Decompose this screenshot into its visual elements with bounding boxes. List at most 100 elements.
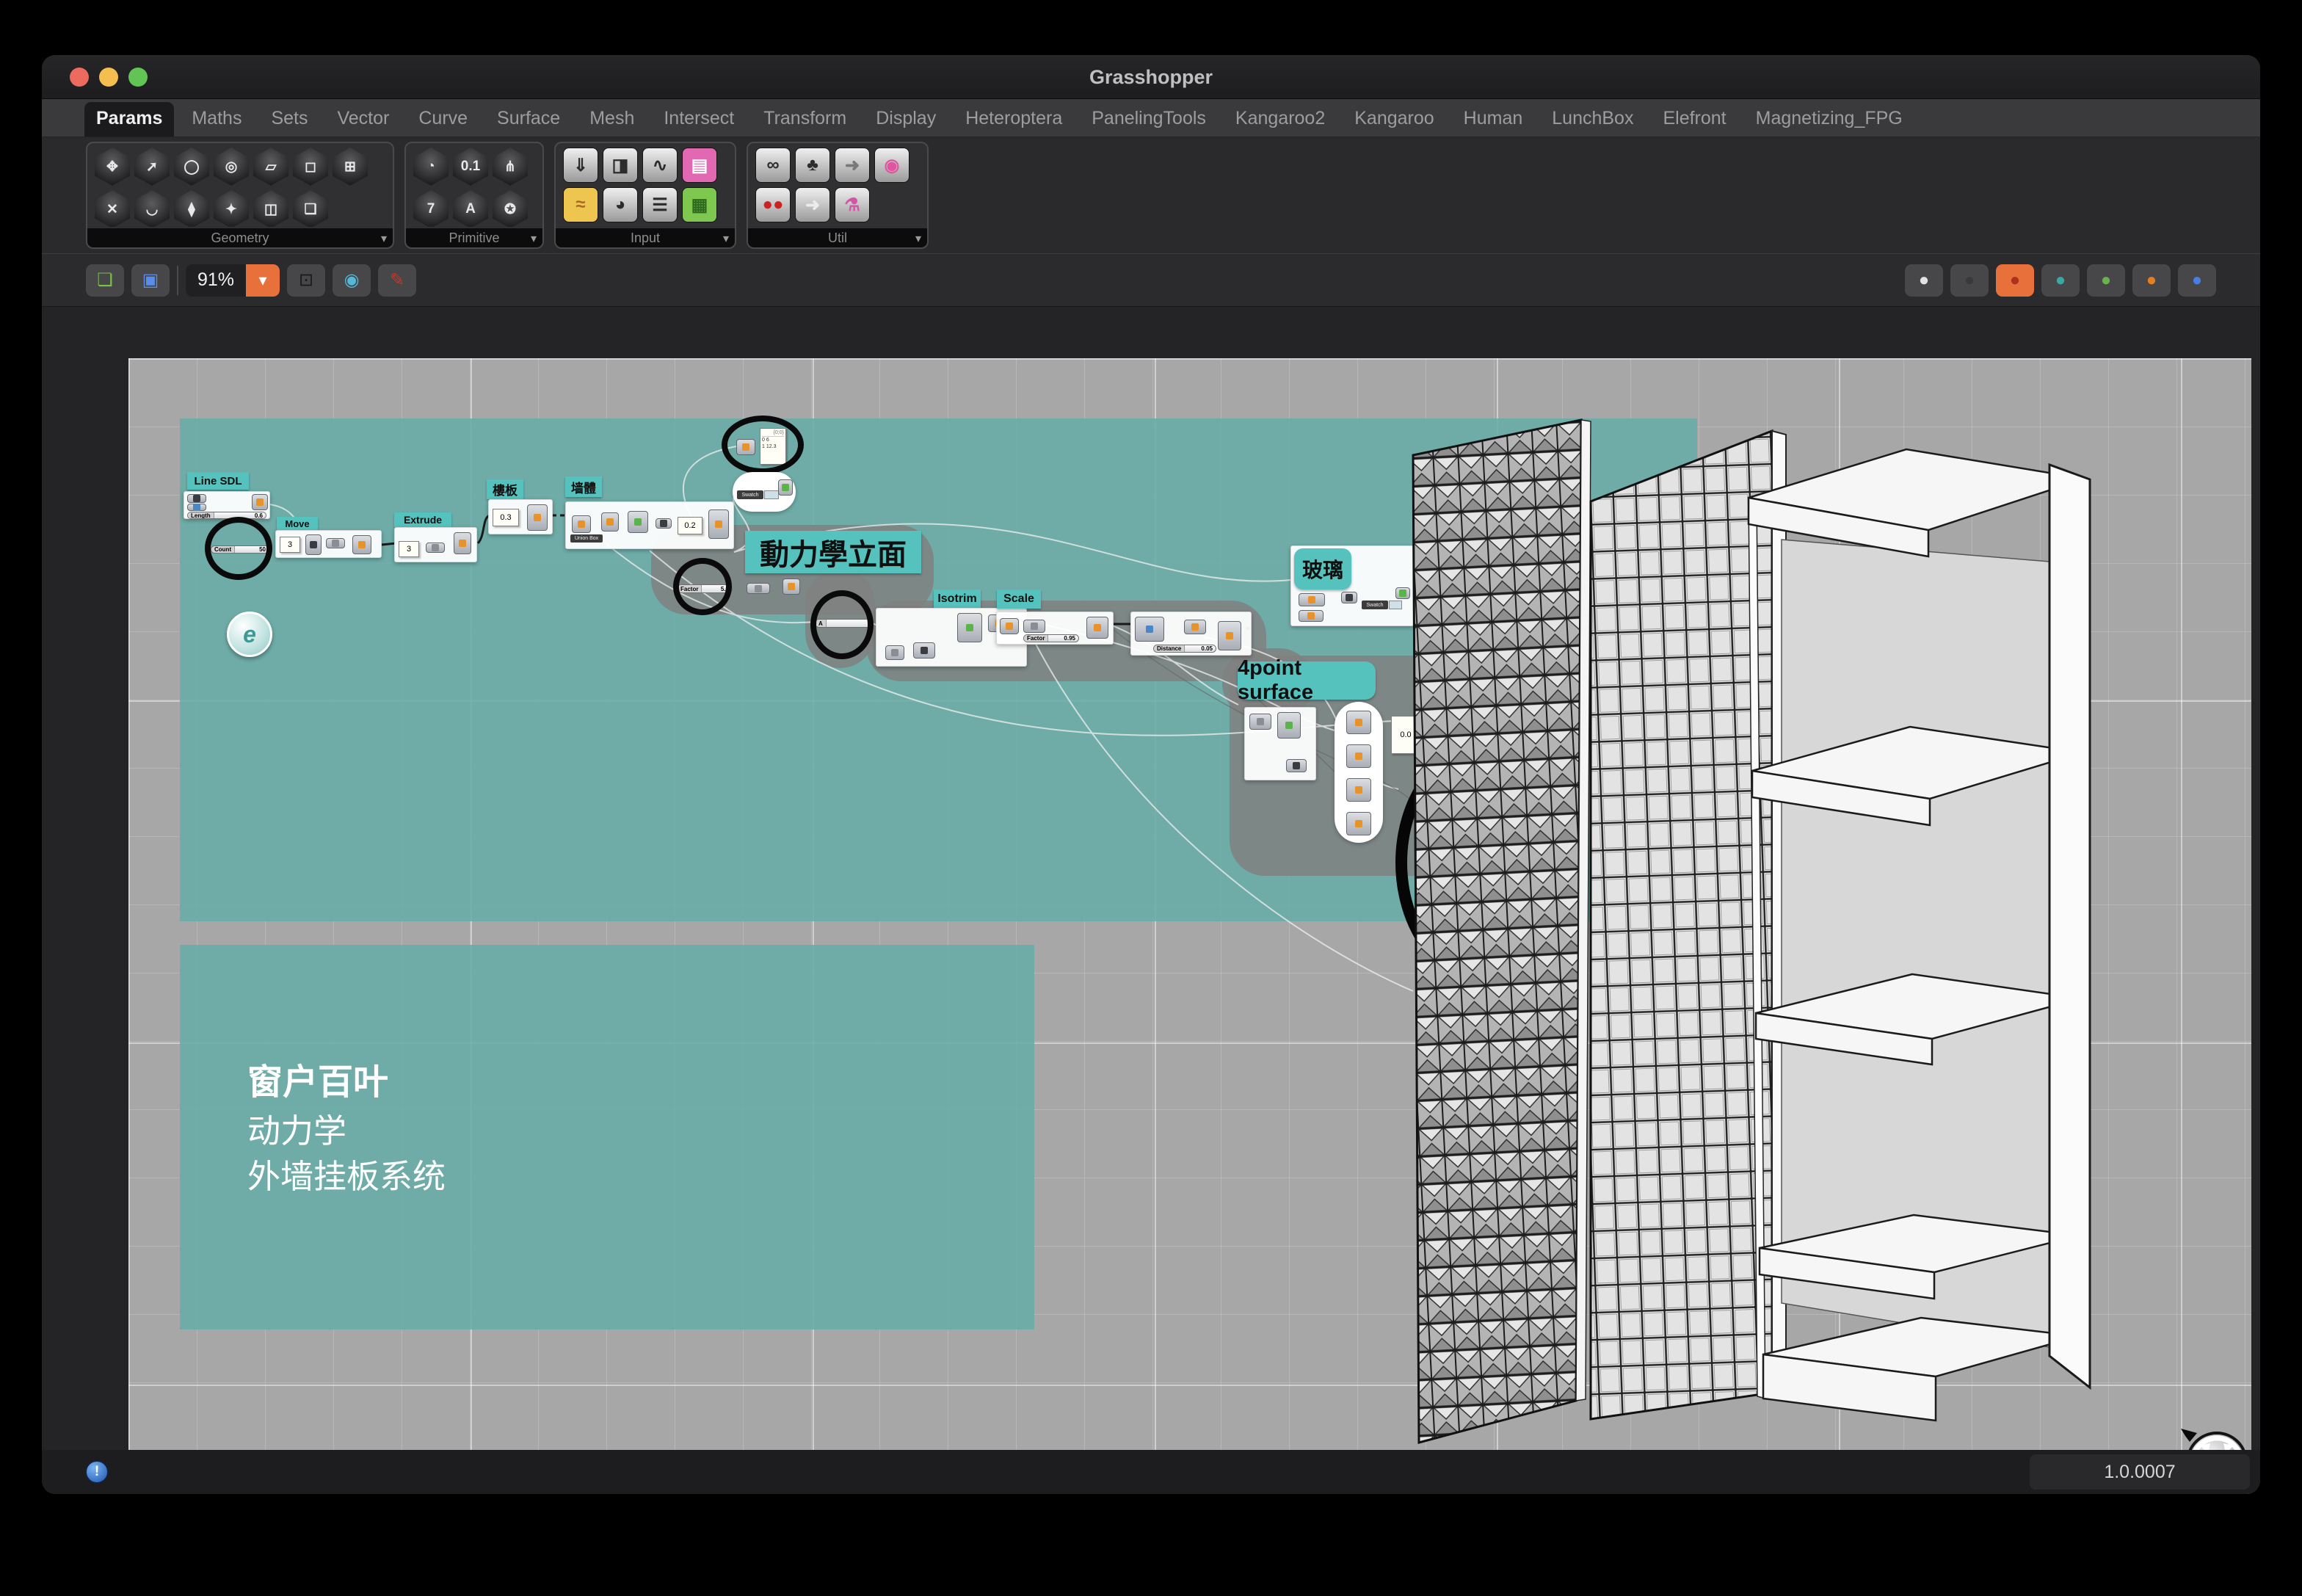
group-label-line-sdl[interactable]: Line SDL: [187, 472, 249, 490]
flask-icon[interactable]: ⚗: [835, 187, 870, 222]
text-icon[interactable]: A: [453, 190, 488, 227]
group-label-move[interactable]: Move: [277, 517, 318, 530]
number-panel[interactable]: 3: [280, 537, 300, 553]
tab-display[interactable]: Display: [864, 102, 948, 137]
color-picker-icon[interactable]: ▦: [682, 187, 717, 222]
group-four-point[interactable]: [1244, 707, 1316, 780]
number-icon[interactable]: 0.1: [453, 148, 488, 186]
cylinder-icon[interactable]: ◫: [253, 190, 288, 227]
distance-slider[interactable]: Distance 0.05: [1153, 645, 1216, 653]
view-teal-button[interactable]: ●: [2041, 264, 2080, 297]
tab-heteroptera[interactable]: Heteroptera: [954, 102, 1074, 137]
surface-patch-icon[interactable]: ❏: [293, 190, 328, 227]
arc-icon[interactable]: ◡: [134, 190, 170, 227]
scale-factor-slider[interactable]: Factor 0.95: [1023, 634, 1079, 642]
group-label-wall[interactable]: 墙體: [565, 476, 602, 497]
data-graph-icon[interactable]: ✪: [493, 190, 528, 227]
e-ball-widget[interactable]: e: [227, 612, 272, 657]
group-extrude[interactable]: 3: [394, 527, 477, 562]
tab-lunchbox[interactable]: LunchBox: [1540, 102, 1645, 137]
jagged-graph-icon[interactable]: ∿: [642, 148, 678, 183]
group-label[interactable]: Input: [556, 228, 735, 247]
number-panel[interactable]: 0.0: [1391, 716, 1420, 754]
tree-icon[interactable]: ♣: [795, 148, 830, 183]
tab-panelingtools[interactable]: PanelingTools: [1080, 102, 1218, 137]
preview-component[interactable]: [778, 479, 793, 496]
integer-icon[interactable]: 7: [413, 190, 449, 227]
group-label-four-point[interactable]: 4point surface: [1238, 656, 1376, 704]
tab-elefront[interactable]: Elefront: [1651, 102, 1738, 137]
jar-disc-icon[interactable]: ◉: [874, 148, 909, 183]
tab-kangaroo[interactable]: Kangaroo: [1343, 102, 1445, 137]
view-orange-button[interactable]: ●: [2132, 264, 2171, 297]
group-label[interactable]: Geometry: [87, 228, 393, 247]
group-label[interactable]: Util: [748, 228, 927, 247]
point-delete-icon[interactable]: ✕: [95, 190, 130, 227]
group-scale[interactable]: Factor 0.95: [996, 612, 1114, 645]
group-offset[interactable]: Distance 0.05: [1130, 612, 1252, 656]
group-label-isotrim[interactable]: Isotrim: [934, 590, 981, 608]
swatch-group[interactable]: Swatch: [733, 472, 796, 512]
group-line-sdl[interactable]: Length 0.6: [184, 491, 270, 519]
boolean-toggle-icon[interactable]: ◨: [603, 148, 638, 183]
plane-icon[interactable]: ▱: [253, 148, 288, 186]
info-badge-icon[interactable]: !: [86, 1461, 108, 1483]
vector-2pt-icon[interactable]: ➚: [134, 148, 170, 186]
expand-arrow-icon[interactable]: ▾: [915, 231, 921, 246]
tab-surface[interactable]: Surface: [485, 102, 572, 137]
group-label-floor-slab[interactable]: 樓板: [487, 479, 523, 499]
tab-sets[interactable]: Sets: [259, 102, 319, 137]
number-panel[interactable]: 0.2: [678, 517, 702, 534]
tab-intersect[interactable]: Intersect: [652, 102, 746, 137]
grasshopper-canvas[interactable]: Line SDL Length 0.6 Count 50 Move 3 Extr…: [128, 358, 2251, 1494]
knob-icon[interactable]: ◕: [603, 187, 638, 222]
move-component[interactable]: [783, 578, 800, 595]
zoom-dropdown-button[interactable]: ▾: [246, 264, 280, 297]
box-icon[interactable]: ◻: [293, 148, 328, 186]
view-green-button[interactable]: ●: [2087, 264, 2125, 297]
unit-vector-component[interactable]: [747, 583, 770, 594]
gradient-icon[interactable]: ▤: [682, 148, 717, 183]
expand-arrow-icon[interactable]: ▾: [531, 231, 537, 246]
relay-arrow-icon[interactable]: ➜: [835, 148, 870, 183]
circle-icon[interactable]: ◯: [174, 148, 209, 186]
preview-wire-button[interactable]: ●: [1950, 264, 1989, 297]
redraw-brush-button[interactable]: ✎: [378, 264, 417, 297]
view-blue-button[interactable]: ●: [2178, 264, 2216, 297]
group-floor-slab[interactable]: 0.3: [488, 499, 553, 534]
surface-4pt-stack[interactable]: [1335, 702, 1383, 843]
zoom-widget[interactable]: 91% ▾: [186, 264, 280, 297]
group-wall[interactable]: Union Box 0.2: [565, 501, 734, 549]
tab-mesh[interactable]: Mesh: [578, 102, 646, 137]
number-panel[interactable]: 3: [399, 541, 419, 557]
save-file-button[interactable]: ▣: [131, 264, 170, 297]
vector-display-icon[interactable]: ✥: [95, 148, 130, 186]
line-segment-icon[interactable]: ⧫: [174, 190, 209, 227]
import-icon[interactable]: ⇓: [563, 148, 598, 183]
mesh-box-icon[interactable]: ⊞: [333, 148, 368, 186]
group-glass[interactable]: 玻璃 Swatch: [1290, 545, 1414, 626]
preview-eye-button[interactable]: ◉: [333, 264, 371, 297]
tab-human[interactable]: Human: [1452, 102, 1535, 137]
data-path-icon[interactable]: ⋔: [493, 148, 528, 186]
zoom-extents-button[interactable]: ⊡: [287, 264, 326, 297]
value-list-icon[interactable]: ☰: [642, 187, 678, 222]
expand-arrow-icon[interactable]: ▾: [723, 231, 729, 246]
sketch-icon[interactable]: ≈: [563, 187, 598, 222]
preview-off-button[interactable]: ●: [1905, 264, 1943, 297]
color-swatch[interactable]: [1389, 601, 1402, 609]
number-panel[interactable]: 0.3: [493, 509, 519, 526]
expand-arrow-icon[interactable]: ▾: [381, 231, 387, 246]
group-move[interactable]: 3: [275, 530, 382, 558]
tab-curve[interactable]: Curve: [407, 102, 479, 137]
point-param-icon[interactable]: ◔: [413, 148, 449, 186]
spectacles-icon[interactable]: ∞: [755, 148, 791, 183]
twisted-box-icon[interactable]: ✦: [214, 190, 249, 227]
data-out-arrow-icon[interactable]: ➜: [795, 187, 830, 222]
tab-kangaroo2[interactable]: Kangaroo2: [1224, 102, 1337, 137]
group-label-kinetic-facade[interactable]: 動力學立面: [745, 531, 921, 573]
group-label-scale[interactable]: Scale: [997, 590, 1041, 609]
tab-params[interactable]: Params: [84, 102, 175, 137]
group-label[interactable]: Primitive: [406, 228, 542, 247]
color-swatch[interactable]: [764, 490, 779, 499]
